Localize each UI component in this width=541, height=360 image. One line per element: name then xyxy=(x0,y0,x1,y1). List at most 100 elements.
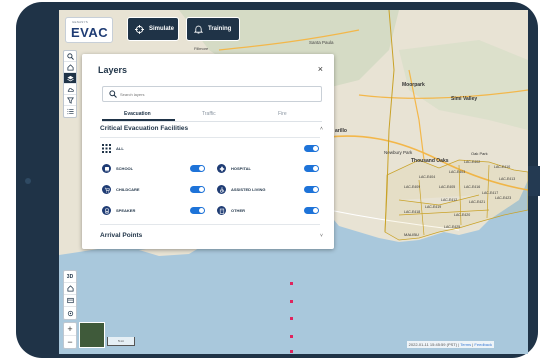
layer-item-speaker: SPEAKER xyxy=(102,206,135,215)
tab-traffic[interactable]: Traffic xyxy=(202,111,216,117)
zone-label: LAC-E405 xyxy=(439,185,456,189)
simulate-button[interactable]: Simulate xyxy=(127,17,179,41)
logo-sub-text: GENASYS xyxy=(72,20,88,24)
tab-fire[interactable]: Fire xyxy=(278,111,287,117)
tool-locate[interactable] xyxy=(64,307,76,319)
list-icon xyxy=(66,108,74,115)
scale-bar: 5 mi xyxy=(107,337,135,346)
zone-label: LAC-E421 xyxy=(469,200,486,204)
tool-layers[interactable] xyxy=(64,73,76,84)
toggle-hospital[interactable] xyxy=(304,165,319,172)
map-label-camarillo: arillo xyxy=(335,128,347,134)
layer-item-school: SCHOOL xyxy=(102,164,133,173)
map-footer: 2022-01-11 15:45:59 (PST) | Terms | Feed… xyxy=(406,341,494,348)
zone-label: LAC-E413 xyxy=(499,177,516,181)
footer-timestamp: 2022-01-11 15:45:59 (PST) xyxy=(408,342,458,347)
toggle-speaker[interactable] xyxy=(190,207,205,214)
weather-icon xyxy=(67,87,74,92)
stroller-icon xyxy=(102,185,111,194)
hospital-cross-icon xyxy=(217,164,226,173)
map-label-fillmore: Fillmore xyxy=(194,46,209,51)
map-marker[interactable] xyxy=(290,335,293,338)
training-label: Training xyxy=(208,26,232,32)
section-divider xyxy=(100,137,320,138)
tool-search[interactable] xyxy=(64,51,76,62)
toggle-3d-button[interactable]: 3D xyxy=(64,271,76,283)
toggle-all[interactable] xyxy=(304,145,319,152)
feedback-link[interactable]: Feedback xyxy=(474,342,492,347)
view-toolbar: 3D xyxy=(63,270,77,320)
zone-label: LAC-E403 xyxy=(449,170,466,174)
terms-link[interactable]: Terms xyxy=(460,342,471,347)
layer-item-other: OTHER xyxy=(217,206,245,215)
toggle-childcare[interactable] xyxy=(190,186,205,193)
map-label-oak-park: Oak Park xyxy=(471,151,488,156)
active-tab-indicator xyxy=(102,119,175,121)
layer-label: SCHOOL xyxy=(116,166,134,171)
layers-icon xyxy=(66,75,74,81)
chevron-up-icon[interactable]: ˄ xyxy=(320,126,323,132)
toggle-other[interactable] xyxy=(304,207,319,214)
layer-label: OTHER xyxy=(231,208,245,213)
tool-weather[interactable] xyxy=(64,84,76,95)
zoom-out-button[interactable]: − xyxy=(64,336,76,348)
tool-list[interactable] xyxy=(64,106,76,117)
home-icon xyxy=(66,285,74,292)
section-arrival-points-title[interactable]: Arrival Points xyxy=(100,232,142,239)
layer-label: CHILDCARE xyxy=(116,187,140,192)
school-bus-icon xyxy=(102,164,111,173)
layer-label: HOSPITAL xyxy=(231,166,251,171)
layer-tabs: Evacuation Traffic Fire xyxy=(102,109,322,122)
layer-search-field[interactable] xyxy=(102,86,322,102)
tool-home[interactable] xyxy=(64,62,76,73)
toggle-school[interactable] xyxy=(190,165,205,172)
simulate-label: Simulate xyxy=(149,26,175,32)
grid-icon xyxy=(102,144,111,153)
zone-label: LAC-E409 xyxy=(404,185,421,189)
zoom-control: + − xyxy=(63,322,77,349)
map-label-malibu: MALIBU xyxy=(404,232,419,237)
crosshair-icon xyxy=(135,24,144,34)
tab-evacuation[interactable]: Evacuation xyxy=(124,111,151,117)
tablet-frame: Santa Paula Fillmore Moorpark Simi Valle… xyxy=(16,2,540,358)
search-icon xyxy=(109,90,117,98)
layer-item-childcare: CHILDCARE xyxy=(102,185,140,194)
zone-label: LAC-E425 xyxy=(444,225,461,229)
app-screen: Santa Paula Fillmore Moorpark Simi Valle… xyxy=(59,10,528,354)
zone-label: LAC-E417 xyxy=(482,191,499,195)
zone-label: LAC-E423 xyxy=(495,196,512,200)
zoom-in-button[interactable]: + xyxy=(64,323,76,336)
map-label-thousand-oaks: Thousand Oaks xyxy=(411,158,449,164)
tool-basemap[interactable] xyxy=(64,295,76,307)
tool-home-view[interactable] xyxy=(64,283,76,295)
map-label-moorpark: Moorpark xyxy=(402,82,425,88)
close-icon[interactable]: × xyxy=(318,64,323,74)
tablet-camera xyxy=(25,178,31,184)
layer-label: ALL xyxy=(116,146,124,151)
locate-icon xyxy=(67,310,73,316)
map-marker[interactable] xyxy=(290,317,293,320)
left-toolbar xyxy=(63,50,77,118)
zone-label: LAC-E419 xyxy=(425,205,442,209)
map-marker[interactable] xyxy=(290,282,293,285)
toggle-assisted-living[interactable] xyxy=(304,186,319,193)
map-label-santa-paula: Santa Paula xyxy=(309,40,334,45)
chevron-down-icon[interactable]: ˅ xyxy=(320,233,323,239)
section-critical-facilities-title[interactable]: Critical Evacuation Facilities xyxy=(100,125,188,132)
zone-label: LAC-E412 xyxy=(441,198,458,202)
zone-label: LAC-E404 xyxy=(419,175,436,179)
layers-panel: Layers × Evacuation Traffic Fire Critica… xyxy=(82,54,334,249)
training-button[interactable]: Training xyxy=(186,17,240,41)
layer-search-input[interactable] xyxy=(120,89,310,99)
layer-item-hospital: HOSPITAL xyxy=(217,164,251,173)
tool-filter[interactable] xyxy=(64,95,76,106)
map-marker[interactable] xyxy=(290,350,293,353)
map-marker[interactable] xyxy=(290,300,293,303)
basemap-thumbnail[interactable] xyxy=(79,322,105,348)
panel-title: Layers xyxy=(98,65,128,75)
layer-item-all: ALL xyxy=(102,144,124,153)
layer-label: SPEAKER xyxy=(116,208,136,213)
building-icon xyxy=(217,206,226,215)
zone-label: LAC-E410 xyxy=(494,165,511,169)
app-logo[interactable]: GENASYS EVAC xyxy=(65,17,113,43)
